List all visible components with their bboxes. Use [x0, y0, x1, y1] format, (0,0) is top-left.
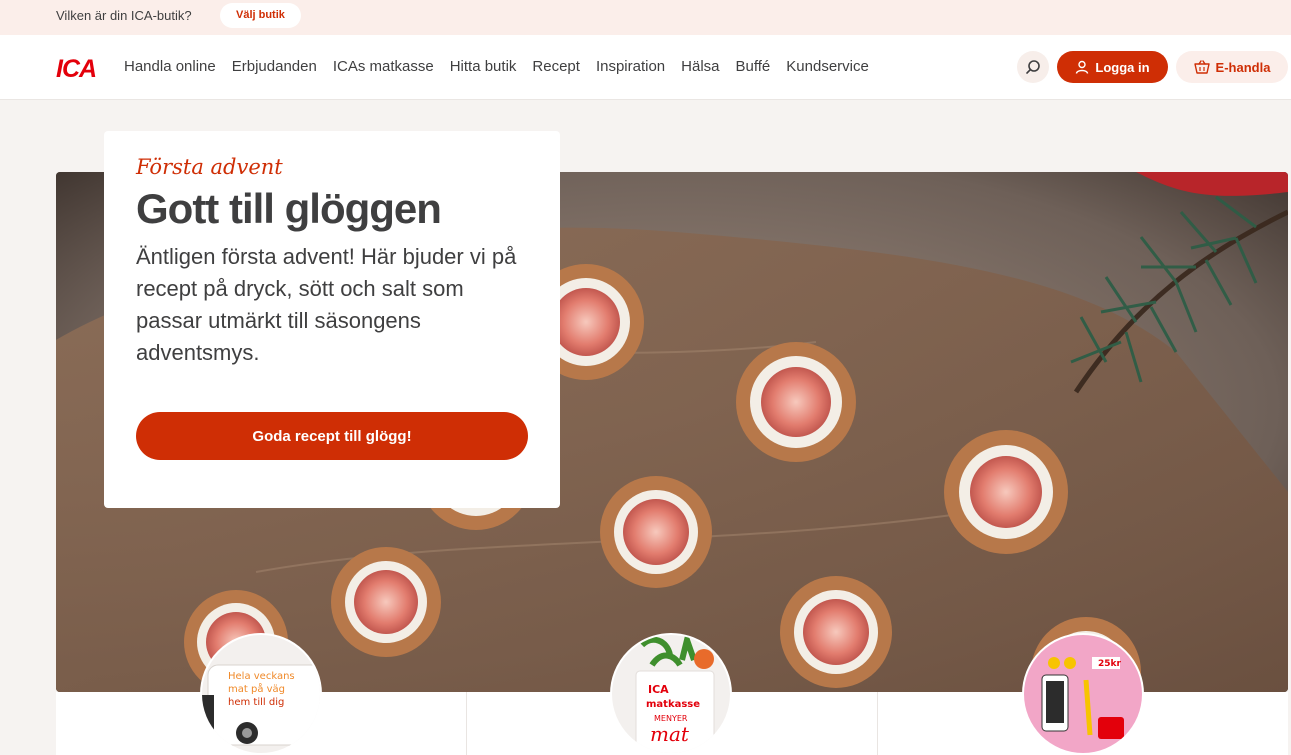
store-bar: Vilken är din ICA-butik? Välj butik — [0, 0, 1291, 35]
matkasse-bag-image[interactable]: ICA matkasse MENYER mat — [610, 633, 732, 755]
nav-item-halsa[interactable]: Hälsa — [681, 58, 719, 75]
basket-icon — [1193, 60, 1210, 74]
login-label: Logga in — [1095, 59, 1150, 75]
nav-item-erbjudanden[interactable]: Erbjudanden — [232, 58, 317, 75]
nav-item-kundservice[interactable]: Kundservice — [786, 58, 869, 75]
svg-text:mat: mat — [650, 722, 690, 746]
nav-menu: Handla online Erbjudanden ICAs matkasse … — [124, 58, 869, 75]
hero-title: Gott till glöggen — [136, 185, 442, 232]
price-tag-text: 25kr — [1098, 659, 1122, 669]
hero-card: Första advent Gott till glöggen Äntligen… — [104, 131, 560, 508]
nav-item-inspiration[interactable]: Inspiration — [596, 58, 665, 75]
nav-item-hitta-butik[interactable]: Hitta butik — [450, 58, 517, 75]
hero-body: Äntligen första advent! Här bjuder vi på… — [136, 244, 517, 365]
store-question: Vilken är din ICA-butik? — [56, 8, 192, 23]
svg-text:matkasse: matkasse — [646, 699, 700, 710]
main-navigation: ICA Handla online Erbjudanden ICAs matka… — [0, 35, 1291, 100]
choose-store-button[interactable]: Välj butik — [220, 3, 301, 28]
nav-item-recept[interactable]: Recept — [532, 58, 580, 75]
svg-text:ICA: ICA — [648, 683, 669, 696]
hero-kicker: Första advent — [136, 155, 283, 179]
search-button[interactable] — [1017, 51, 1049, 83]
login-button[interactable]: Logga in — [1057, 51, 1168, 83]
delivery-van-image[interactable]: Hela veckans mat på väg hem till dig — [200, 633, 322, 755]
nav-item-handla-online[interactable]: Handla online — [124, 58, 216, 75]
search-icon — [1026, 60, 1040, 74]
bag-illustration: ICA matkasse MENYER mat — [612, 635, 730, 753]
ehandla-button[interactable]: E-handla — [1176, 51, 1288, 83]
offers-illustration: 25kr — [1024, 635, 1142, 753]
nav-item-buffe[interactable]: Buffé — [736, 58, 771, 75]
offers-image[interactable]: 25kr — [1022, 633, 1144, 755]
ica-logo[interactable]: ICA — [56, 55, 97, 84]
user-icon — [1076, 60, 1089, 74]
van-illustration: Hela veckans mat på väg hem till dig — [202, 635, 320, 753]
ehandla-label: E-handla — [1215, 59, 1271, 75]
nav-item-icas-matkasse[interactable]: ICAs matkasse — [333, 58, 434, 75]
hero-cta-button[interactable]: Goda recept till glögg! — [136, 412, 528, 460]
